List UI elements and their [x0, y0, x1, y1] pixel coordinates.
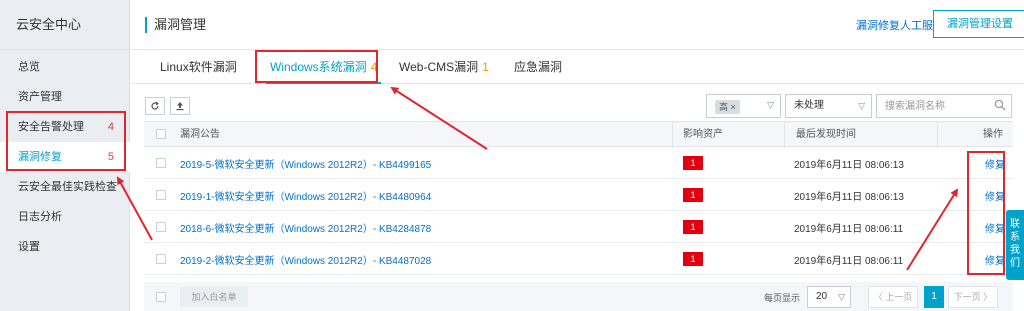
column-divider [937, 122, 938, 148]
row-checkbox[interactable] [156, 158, 166, 168]
sidebar-item-settings[interactable]: 设置 [0, 232, 130, 262]
fix-link[interactable]: 修复 [985, 188, 1005, 203]
sidebar-item-overview[interactable]: 总览 [0, 52, 130, 82]
tab-count: 4 [370, 60, 378, 74]
header-name: 漏洞公告 [180, 129, 220, 140]
level-tag-label: 高 [719, 102, 729, 112]
tab-emergency[interactable]: 应急漏洞 [514, 51, 562, 84]
tab-linux[interactable]: Linux软件漏洞 [160, 51, 237, 84]
contact-char: 联 [1010, 219, 1020, 230]
sidebar-item-label: 日志分析 [18, 211, 62, 223]
asset-count-badge[interactable]: 1 [683, 252, 703, 266]
sidebar-item-label: 漏洞修复 [18, 151, 62, 163]
table-row: 2019-2-微软安全更新（Windows 2012R2）- KB4487028… [144, 243, 1013, 275]
upload-icon [176, 102, 184, 111]
row-checkbox[interactable] [156, 222, 166, 232]
tab-label: Linux软件漏洞 [160, 60, 237, 74]
contact-char: 们 [1010, 258, 1020, 269]
chevron-down-icon: ▽ [858, 101, 865, 111]
select-all-checkbox[interactable] [156, 129, 166, 139]
sidebar-item-label: 云安全最佳实践检查 [18, 181, 117, 193]
sidebar-item-label: 设置 [18, 241, 40, 253]
vuln-count-badge: 5 [107, 151, 114, 163]
sidebar-item-alerts[interactable]: 安全告警处理 4 [0, 112, 130, 142]
tab-label: Web-CMS漏洞 [399, 60, 479, 74]
table-row: 2018-6-微软安全更新（Windows 2012R2）- KB4284878… [144, 211, 1013, 243]
asset-count-badge[interactable]: 1 [683, 220, 703, 234]
fix-link[interactable]: 修复 [985, 220, 1005, 235]
status-value: 未处理 [794, 100, 824, 111]
refresh-button[interactable] [145, 97, 165, 115]
vuln-type-tabs: Linux软件漏洞 Windows系统漏洞 4 Web-CMS漏洞 1 应急漏洞 [131, 51, 1024, 84]
next-page-button[interactable]: 下一页 〉 [948, 286, 998, 308]
header-last-found: 最后发现时间 [796, 129, 856, 140]
sidebar-item-assets[interactable]: 资产管理 [0, 82, 130, 112]
sidebar: 云安全中心 总览 资产管理 安全告警处理 4 漏洞修复 5 云安全最佳实践检查 日志… [0, 0, 130, 311]
level-tag-close-icon[interactable]: × [731, 102, 736, 112]
table-footer: 加入白名单 每页显示 20 ▽ 〈 上一页 1 下一页 〉 [144, 282, 1013, 311]
status-select[interactable]: 未处理 ▽ [785, 94, 872, 118]
last-found-time: 2019年6月11日 08:06:11 [794, 224, 904, 235]
table-row: 2019-5-微软安全更新（Windows 2012R2）- KB4499165… [144, 147, 1013, 179]
row-checkbox[interactable] [156, 254, 166, 264]
chevron-down-icon: ▽ [767, 100, 774, 110]
row-checkbox[interactable] [156, 190, 166, 200]
current-page-button[interactable]: 1 [924, 286, 944, 308]
app-brand: 云安全中心 [0, 0, 129, 50]
vuln-name-link[interactable]: 2019-5-微软安全更新（Windows 2012R2）- KB4499165 [180, 156, 431, 171]
vuln-name-link[interactable]: 2018-6-微软安全更新（Windows 2012R2）- KB4284878 [180, 220, 431, 235]
contact-char: 我 [1010, 245, 1020, 256]
vuln-table: 漏洞公告 影响资产 最后发现时间 操作 2019-5-微软安全更新（Window… [144, 121, 1013, 275]
table-header: 漏洞公告 影响资产 最后发现时间 操作 [144, 121, 1013, 148]
vuln-name-link[interactable]: 2019-2-微软安全更新（Windows 2012R2）- KB4487028 [180, 252, 431, 267]
manual-service-link[interactable]: 漏洞修复人工服务 [856, 17, 944, 33]
last-found-time: 2019年6月11日 08:06:13 [794, 192, 904, 203]
sidebar-item-label: 资产管理 [18, 91, 62, 103]
header-action: 操作 [983, 129, 1003, 140]
chevron-down-icon: ▽ [838, 292, 845, 302]
sidebar-item-label: 总览 [18, 61, 40, 73]
vuln-settings-button[interactable]: 漏洞管理设置 [933, 10, 1024, 38]
risk-level-select[interactable]: 高 × ▽ [706, 94, 781, 118]
sidebar-item-vuln-fix[interactable]: 漏洞修复 5 [0, 142, 130, 172]
fix-link[interactable]: 修复 [985, 156, 1005, 171]
alert-count-badge: 4 [107, 121, 114, 133]
sidebar-item-label: 安全告警处理 [18, 121, 84, 133]
prev-page-button[interactable]: 〈 上一页 [868, 286, 918, 308]
fix-link[interactable]: 修复 [985, 252, 1005, 267]
page-title: 漏洞管理 [145, 17, 206, 33]
export-button[interactable] [170, 97, 190, 115]
table-row: 2019-1-微软安全更新（Windows 2012R2）- KB4480964… [144, 179, 1013, 211]
asset-count-badge[interactable]: 1 [683, 188, 703, 202]
search-icon[interactable] [994, 99, 1006, 111]
contact-char: 系 [1010, 232, 1020, 243]
refresh-icon [151, 101, 159, 110]
vuln-name-link[interactable]: 2019-1-微软安全更新（Windows 2012R2）- KB4480964 [180, 188, 431, 203]
search-input[interactable] [876, 94, 1012, 118]
level-tag: 高 × [715, 100, 740, 114]
page-header: 漏洞管理 漏洞修复人工服务 漏洞管理设置 [131, 0, 1024, 50]
column-divider [784, 122, 785, 148]
tab-label: Windows系统漏洞 [270, 60, 367, 74]
column-divider [672, 122, 673, 148]
contact-us-button[interactable]: 联 系 我 们 [1006, 210, 1024, 280]
tab-count: 1 [482, 60, 489, 74]
tab-label: 应急漏洞 [514, 60, 563, 74]
last-found-time: 2019年6月11日 08:06:11 [794, 256, 904, 267]
footer-select-all-checkbox[interactable] [156, 292, 166, 302]
sidebar-item-best-practice[interactable]: 云安全最佳实践检查 [0, 172, 130, 202]
add-whitelist-button[interactable]: 加入白名单 [180, 287, 248, 307]
tab-windows[interactable]: Windows系统漏洞 4 [266, 51, 382, 84]
asset-count-badge[interactable]: 1 [683, 156, 703, 170]
per-page-select[interactable]: 20 ▽ [807, 286, 851, 308]
last-found-time: 2019年6月11日 08:06:13 [794, 160, 904, 171]
tab-web-cms[interactable]: Web-CMS漏洞 1 [399, 51, 489, 84]
per-page-value: 20 [816, 291, 828, 302]
header-assets: 影响资产 [683, 129, 723, 140]
sidebar-item-log-analysis[interactable]: 日志分析 [0, 202, 130, 232]
per-page-label: 每页显示 [764, 293, 801, 303]
